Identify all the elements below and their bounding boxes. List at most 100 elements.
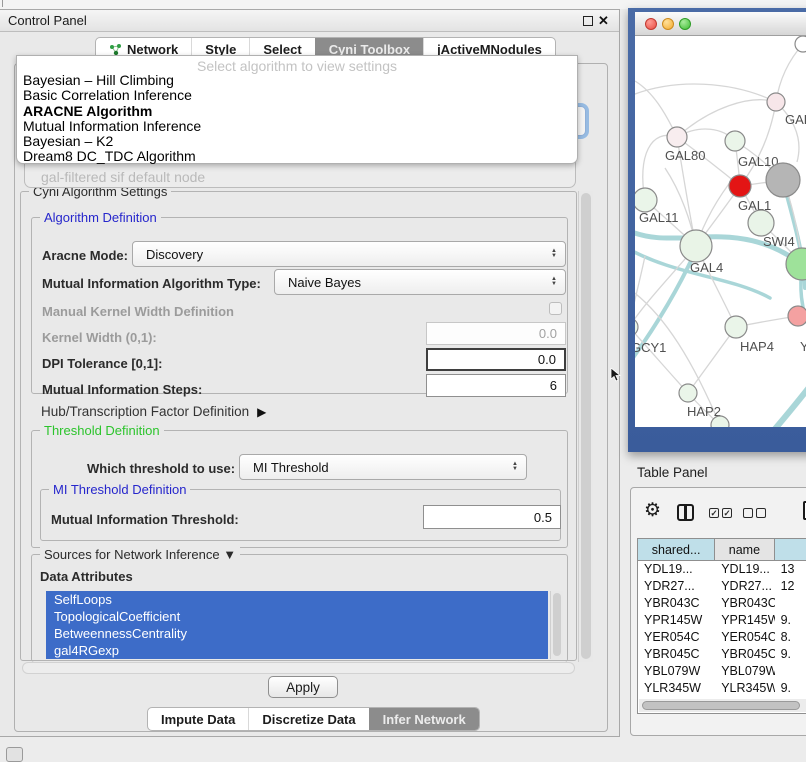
network-node-gcy1[interactable]	[635, 318, 638, 336]
data-attributes-label: Data Attributes	[40, 569, 133, 584]
dpi-tolerance-field[interactable]: 0.0	[426, 348, 566, 371]
list-item[interactable]: BetweennessCentrality	[46, 625, 548, 642]
data-attributes-list[interactable]: SelfLoopsTopologicalCoefficientBetweenne…	[46, 591, 548, 659]
table-cell: YBL079W	[715, 663, 774, 680]
bottom-left-button[interactable]	[6, 747, 23, 762]
table-row[interactable]: YLR345WYLR345W9.	[638, 680, 806, 697]
dropdown-item[interactable]: Bayesian – K2	[17, 134, 577, 149]
network-node-gal4[interactable]	[680, 230, 712, 262]
settings-horizontal-scrollbar[interactable]	[22, 662, 575, 674]
mi-steps-field[interactable]: 6	[426, 374, 566, 397]
network-node-hap4[interactable]	[725, 316, 747, 338]
dropdown-item[interactable]: Dream8 DC_TDC Algorithm	[17, 149, 577, 164]
attributes-list-scrollbar[interactable]	[550, 591, 563, 659]
node-label: Y	[800, 339, 806, 354]
table-cell	[775, 595, 806, 612]
dropdown-item[interactable]: Mutual Information Inference	[17, 119, 577, 134]
column-view-icon[interactable]	[677, 504, 694, 521]
checked-boxes-icon[interactable]: ✓✓	[709, 508, 732, 518]
which-threshold-combobox[interactable]: MI Threshold ▲▼	[239, 454, 527, 480]
gear-icon[interactable]: ⚙	[644, 500, 661, 522]
unchecked-boxes-icon[interactable]	[743, 508, 766, 518]
manual-kernel-checkbox[interactable]	[549, 302, 562, 315]
zoom-traffic-light[interactable]	[679, 18, 691, 30]
close-traffic-light[interactable]	[645, 18, 657, 30]
kernel-width-label: Kernel Width (0,1):	[42, 330, 157, 345]
minimize-traffic-light[interactable]	[662, 18, 674, 30]
tab-impute-data[interactable]: Impute Data	[148, 708, 248, 730]
spinner-arrows-icon: ▲▼	[551, 249, 557, 259]
network-node-gal80[interactable]	[667, 127, 687, 147]
network-node-swi4[interactable]	[748, 210, 774, 236]
network-node[interactable]	[766, 163, 800, 197]
table-cell: 12	[775, 578, 806, 595]
list-item[interactable]: TopologicalCoefficient	[46, 608, 548, 625]
mi-threshold-label: Mutual Information Threshold:	[51, 512, 239, 527]
kernel-width-value: 0.0	[539, 326, 557, 341]
table-cell: YDL19...	[715, 561, 774, 578]
column-header[interactable]: shared...	[638, 539, 715, 560]
network-edge[interactable]	[688, 327, 736, 393]
mi-type-combobox[interactable]: Naive Bayes ▲▼	[274, 269, 566, 295]
cyni-bottom-tabbar: Impute DataDiscretize DataInfer Network	[147, 707, 480, 731]
kernel-width-field[interactable]: 0.0	[426, 322, 566, 345]
table-row[interactable]: YBR043CYBR043C	[638, 595, 806, 612]
network-node-hap2[interactable]	[679, 384, 697, 402]
network-node-gal10[interactable]	[725, 131, 745, 151]
node-label: GAL	[785, 112, 806, 127]
tab-infer-network[interactable]: Infer Network	[369, 708, 479, 730]
network-node-gal[interactable]	[767, 93, 785, 111]
table-horizontal-scrollbar[interactable]	[639, 699, 806, 712]
hub-definition-toggle[interactable]: Hub/Transcription Factor Definition▶	[41, 404, 266, 419]
settings-vertical-scrollbar[interactable]	[578, 191, 593, 662]
table-row[interactable]: YPR145WYPR145W9.	[638, 612, 806, 629]
sources-title[interactable]: Sources for Network Inference ▼	[40, 547, 240, 562]
network-node-y[interactable]	[788, 306, 806, 326]
network-edge-thick[interactable]	[767, 380, 806, 427]
network-node-gal1[interactable]	[729, 175, 751, 197]
list-item[interactable]: gal4RGexp	[46, 642, 548, 659]
float-window-icon[interactable]	[583, 16, 593, 26]
mi-steps-value: 6	[550, 378, 557, 393]
sources-group: Sources for Network Inference ▼ Data Att…	[31, 554, 568, 662]
tab-discretize-data[interactable]: Discretize Data	[248, 708, 368, 730]
network-edge[interactable]	[635, 327, 688, 393]
cyni-algorithm-settings-group: Cyni Algorithm Settings Algorithm Defini…	[20, 191, 577, 661]
expanded-arrow-icon: ▼	[223, 547, 236, 562]
threshold-definition-title: Threshold Definition	[40, 423, 164, 438]
network-edge[interactable]	[776, 102, 799, 162]
table-cell: YBR045C	[715, 646, 774, 663]
dpi-tolerance-value: 0.0	[538, 352, 556, 367]
column-header[interactable]: name	[715, 539, 774, 560]
table-header-row: shared...name	[638, 539, 806, 561]
node-table: shared...name YDL19...YDL19...13YDR27...…	[637, 538, 806, 714]
table-row[interactable]: YER054CYER054C8.	[638, 629, 806, 646]
network-canvas[interactable]: GALGAL80GAL10GAL1GAL11SWI4GAL4GCY1HAP4YH…	[635, 36, 806, 427]
apply-button[interactable]: Apply	[268, 676, 338, 698]
dropdown-placeholder: Select algorithm to view settings	[17, 56, 577, 73]
table-cell: YER054C	[715, 629, 774, 646]
table-row[interactable]: YBR045CYBR045C9.	[638, 646, 806, 663]
table-cell: YLR345W	[638, 680, 715, 697]
spinner-arrows-icon: ▲▼	[551, 277, 557, 287]
aracne-mode-combobox[interactable]: Discovery ▲▼	[132, 241, 566, 267]
node-label: HAP4	[740, 339, 774, 354]
table-row[interactable]: YBL079WYBL079W	[638, 663, 806, 680]
table-row[interactable]: YDL19...YDL19...13	[638, 561, 806, 578]
mi-threshold-field[interactable]: 0.5	[423, 505, 561, 529]
dropdown-item[interactable]: ARACNE Algorithm	[17, 104, 577, 119]
network-node[interactable]	[786, 248, 806, 280]
list-item[interactable]: SelfLoops	[46, 591, 548, 608]
control-panel-title: Control Panel	[8, 13, 87, 28]
dropdown-item[interactable]: Basic Correlation Inference	[17, 88, 577, 103]
mi-type-label: Mutual Information Algorithm Type:	[42, 276, 261, 291]
table-cell: YPR145W	[715, 612, 774, 629]
network-node-gal11[interactable]	[635, 188, 657, 212]
table-row[interactable]: YDR27...YDR27...12	[638, 578, 806, 595]
close-icon[interactable]: ✕	[598, 13, 609, 29]
network-window-titlebar[interactable]	[635, 12, 806, 36]
network-node[interactable]	[795, 36, 806, 52]
column-header[interactable]	[775, 539, 806, 560]
network-source-value: gal-filtered sif default node	[41, 169, 205, 185]
dropdown-item[interactable]: Bayesian – Hill Climbing	[17, 73, 577, 88]
